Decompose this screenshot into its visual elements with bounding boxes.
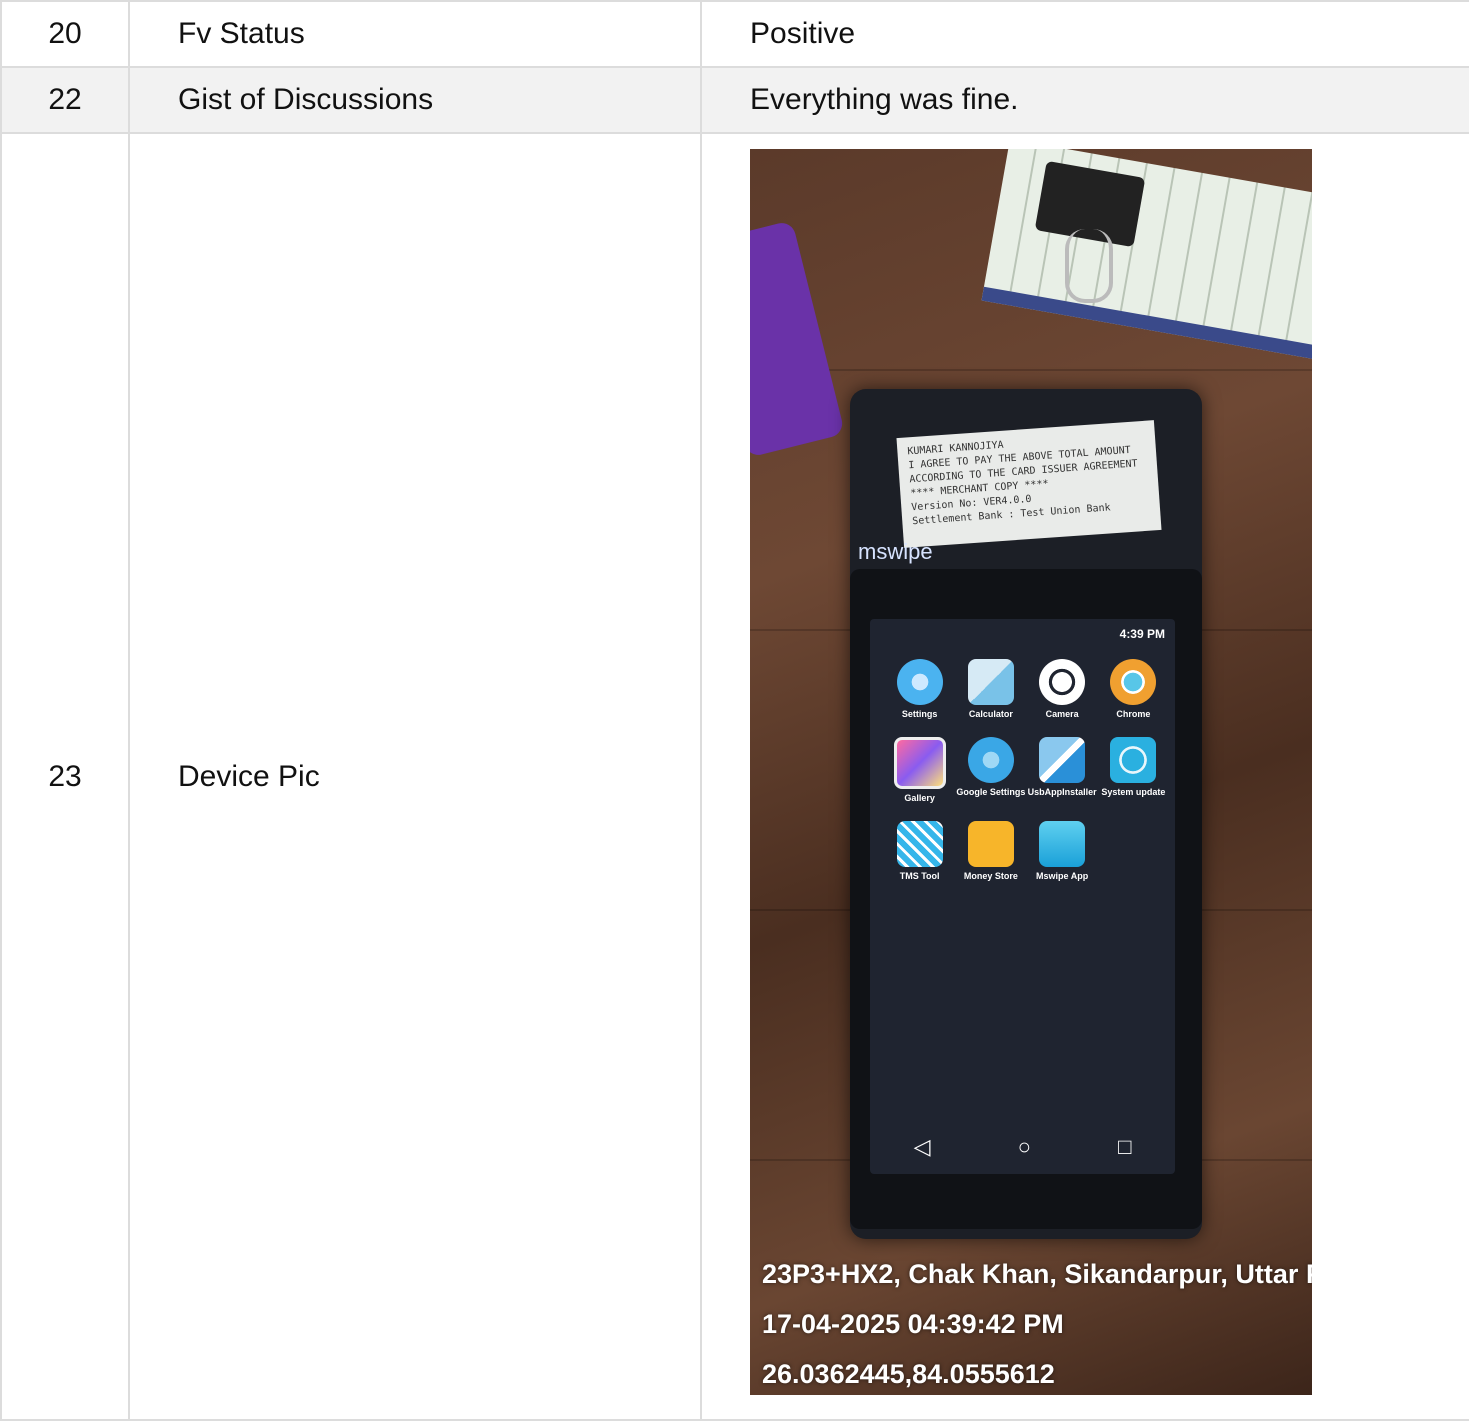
row-number: 20	[0, 0, 130, 68]
photo-datetime: 17-04-2025 04:39:42 PM	[762, 1309, 1064, 1339]
app-camera: Camera	[1027, 659, 1098, 719]
app-gallery: Gallery	[884, 737, 955, 803]
usb-installer-icon	[1039, 737, 1086, 783]
app-money-store: Money Store	[955, 821, 1026, 881]
row-value: Positive	[700, 0, 1469, 68]
table-row: 22 Gist of Discussions Everything was fi…	[0, 66, 1469, 134]
tms-tool-icon	[896, 821, 943, 867]
pos-terminal: KUMARI KANNOJIYA I AGREE TO PAY THE ABOV…	[850, 389, 1202, 1239]
recent-apps-icon: □	[1118, 1134, 1132, 1159]
system-update-icon	[1110, 737, 1157, 783]
app-tms-tool: TMS Tool	[884, 821, 955, 881]
row-label: Gist of Discussions	[128, 66, 702, 134]
details-table: 20 Fv Status Positive 22 Gist of Discuss…	[0, 0, 1469, 1421]
app-system-update: System update	[1098, 737, 1169, 803]
row-label: Fv Status	[128, 0, 702, 68]
photo-coordinates: 26.0362445,84.0555612	[762, 1359, 1055, 1389]
photo-address: 23P3+HX2, Chak Khan, Sikandarpur, Uttar …	[762, 1259, 1312, 1289]
status-time: 4:39 PM	[1119, 627, 1165, 641]
screen-bezel: 4:39 PM Settings Calculator Camera Chrom…	[850, 569, 1202, 1229]
table-row: 23 Device Pic KUMARI KANNOJIYA I AGREE T…	[0, 132, 1469, 1421]
money-store-icon	[967, 821, 1014, 867]
camera-icon	[1039, 659, 1086, 705]
device-photo: KUMARI KANNOJIYA I AGREE TO PAY THE ABOV…	[750, 149, 1312, 1395]
binder-clip-wire	[1065, 229, 1113, 303]
printed-receipt: KUMARI KANNOJIYA I AGREE TO PAY THE ABOV…	[896, 420, 1162, 548]
app-mswipe: Mswipe App	[1027, 821, 1098, 881]
calculator-icon	[967, 659, 1014, 705]
app-google-settings: Google Settings	[955, 737, 1026, 803]
mswipe-app-icon	[1039, 821, 1086, 867]
app-chrome: Chrome	[1098, 659, 1169, 719]
back-icon: ◁	[913, 1134, 931, 1159]
row-number: 22	[0, 66, 130, 134]
app-settings: Settings	[884, 659, 955, 719]
android-nav-bar: ◁ ○ □	[870, 1134, 1175, 1160]
app-grid: Settings Calculator Camera Chrome Galler…	[884, 659, 1169, 881]
home-icon: ○	[1017, 1134, 1031, 1159]
app-usb-installer: UsbAppInstaller	[1027, 737, 1098, 803]
device-screen: 4:39 PM Settings Calculator Camera Chrom…	[870, 619, 1175, 1174]
google-settings-icon	[967, 737, 1014, 783]
gallery-icon	[893, 737, 946, 789]
table-row: 20 Fv Status Positive	[0, 0, 1469, 68]
chrome-icon	[1110, 659, 1157, 705]
row-label: Device Pic	[128, 132, 702, 1421]
row-number: 23	[0, 132, 130, 1421]
settings-icon	[896, 659, 943, 705]
app-calculator: Calculator	[955, 659, 1026, 719]
row-value: Everything was fine.	[700, 66, 1469, 134]
purple-object	[750, 220, 846, 458]
device-pic-cell: KUMARI KANNOJIYA I AGREE TO PAY THE ABOV…	[700, 132, 1469, 1421]
brand-logo: mswipe	[858, 539, 933, 564]
notebook-paper	[981, 149, 1312, 360]
